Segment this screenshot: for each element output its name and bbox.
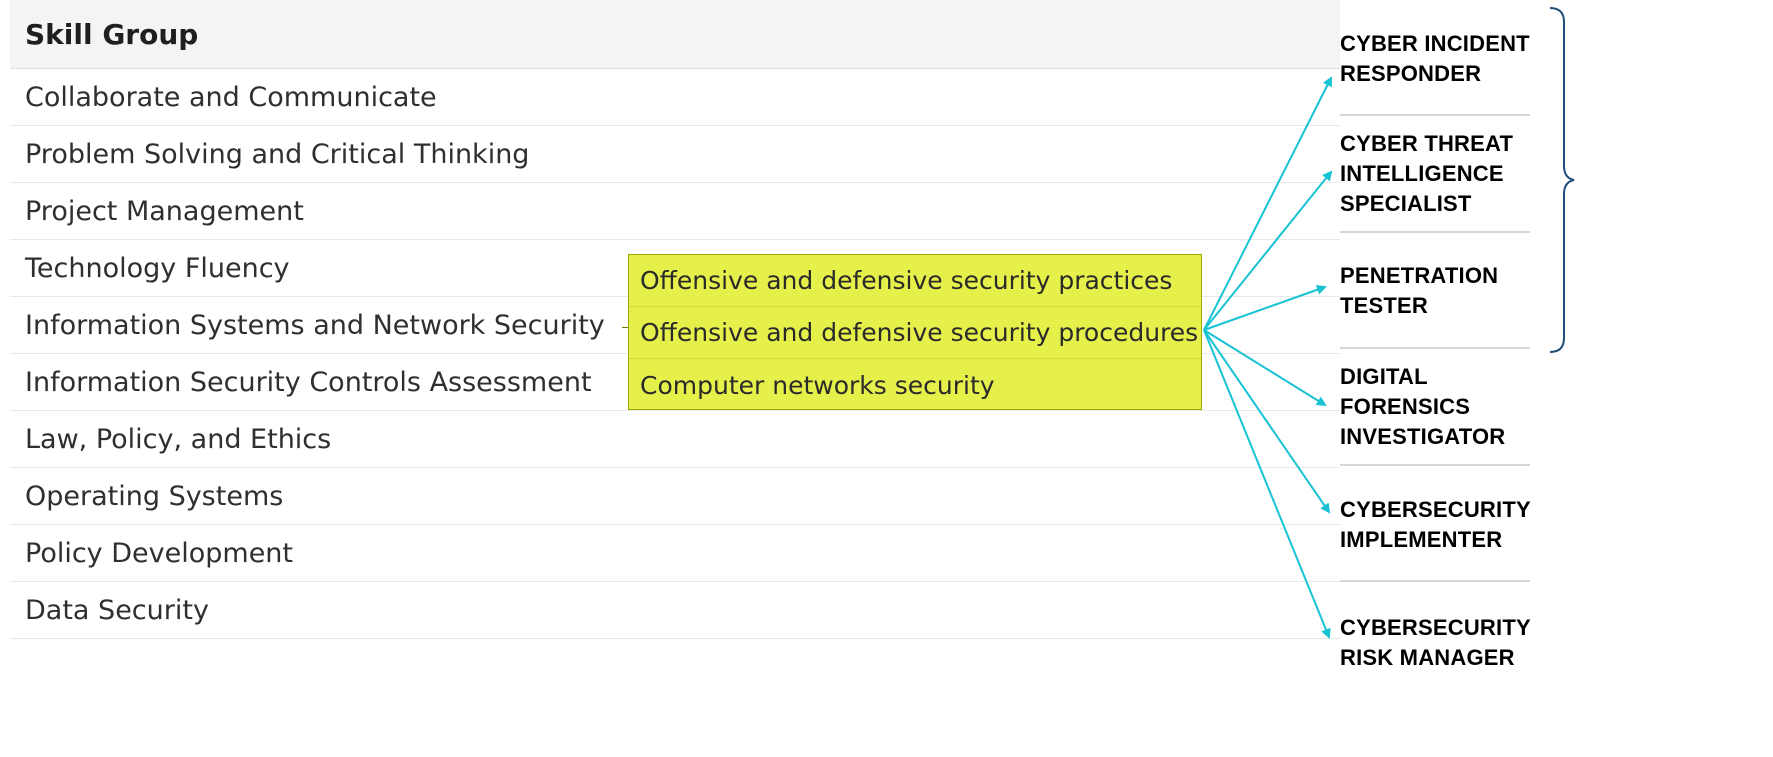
connector-overlay: [1203, 7, 1575, 639]
arrow-to-cyber-threat-intelligence-specialist: [1203, 170, 1333, 331]
arrow-to-digital-forensics-investigator: [1203, 329, 1327, 407]
right-brace: [1549, 7, 1575, 353]
